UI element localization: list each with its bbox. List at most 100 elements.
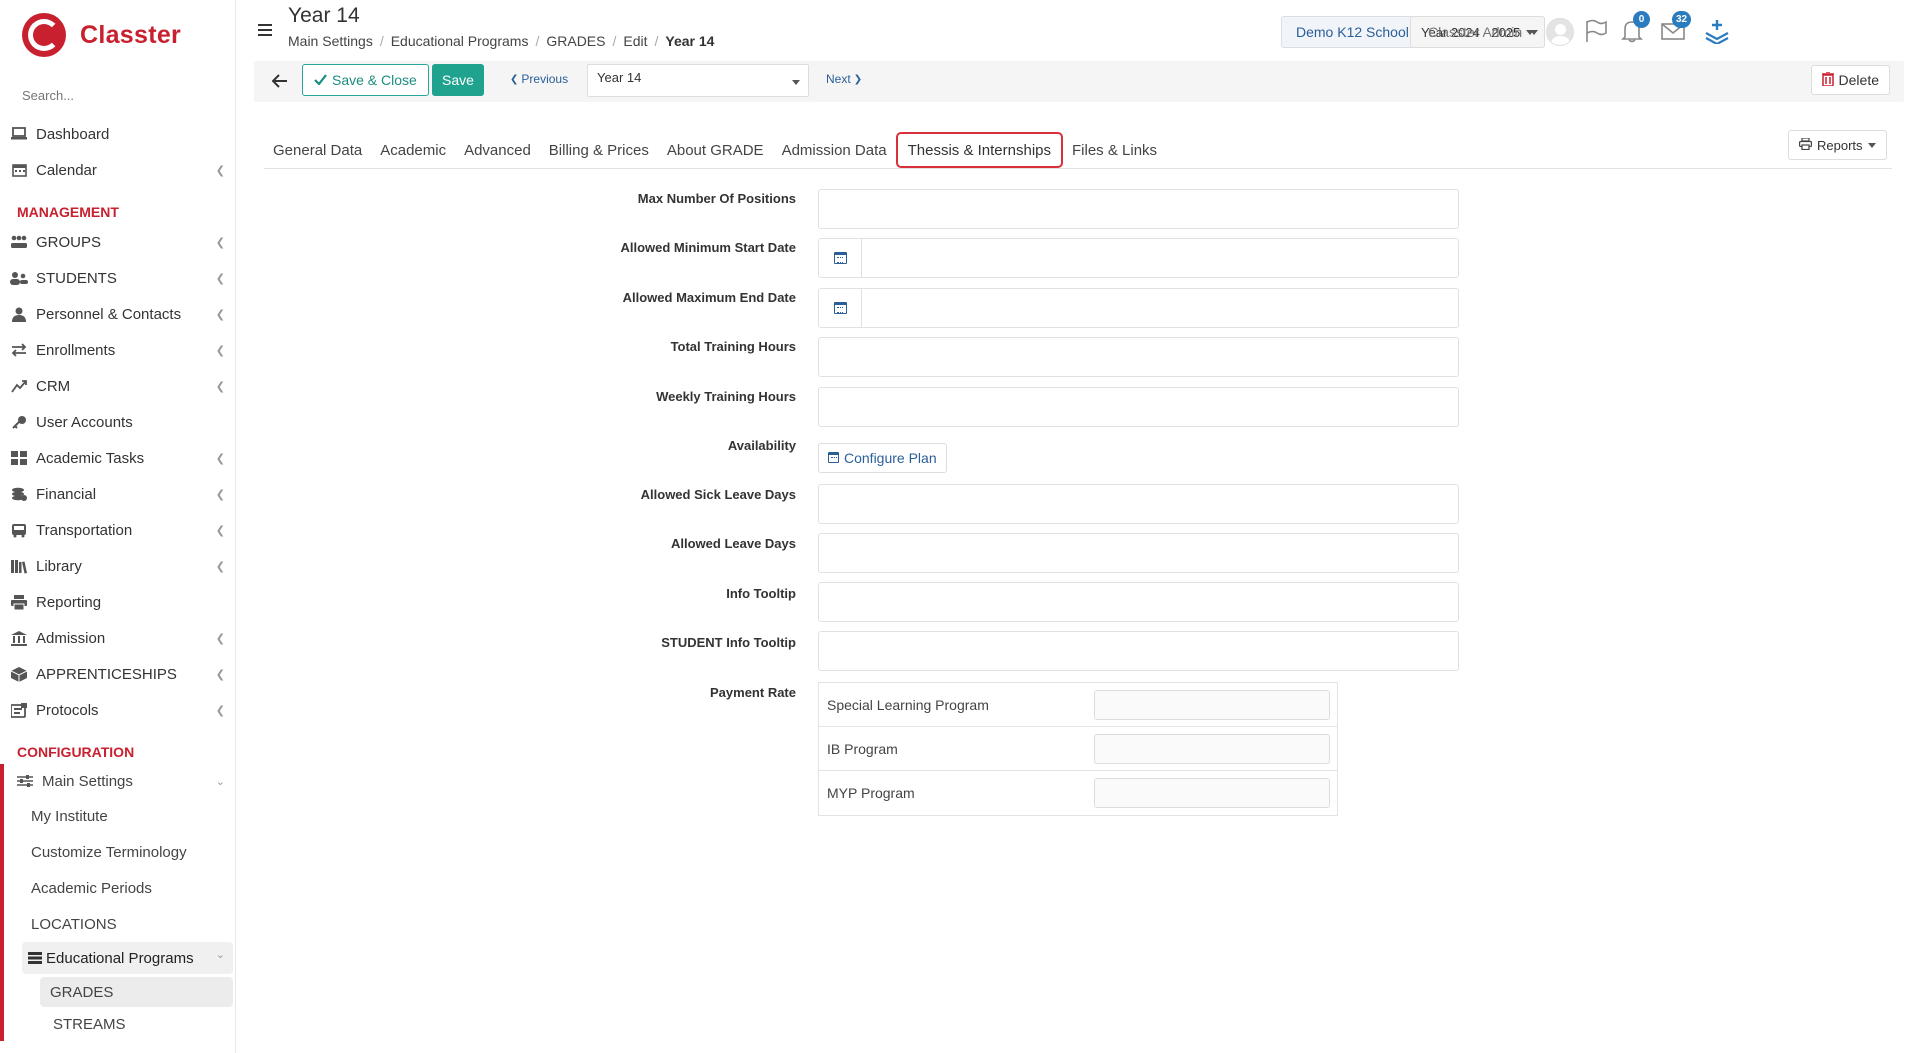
sidebar-item-library[interactable]: Library ❮	[0, 548, 235, 584]
next-link[interactable]: Next ❯	[826, 72, 862, 86]
user-menu[interactable]: Classter Admin	[1428, 18, 1575, 46]
leave-days-label: Allowed Leave Days	[671, 536, 796, 551]
sidebar-item-main-settings[interactable]: Main Settings ⌄	[4, 764, 235, 798]
tab-thesis-internships[interactable]: Thessis & Internships	[895, 132, 1064, 168]
calendar-icon[interactable]	[819, 289, 862, 327]
total-hours-input[interactable]	[818, 337, 1459, 377]
tab-general-data[interactable]: General Data	[264, 132, 371, 168]
students-icon	[8, 270, 30, 286]
tab-advanced[interactable]: Advanced	[455, 132, 540, 168]
breadcrumb-main-settings[interactable]: Main Settings	[288, 33, 373, 49]
sidebar-item-academic-tasks[interactable]: Academic Tasks ❮	[0, 440, 235, 476]
sidebar-item-educational-programs[interactable]: Educational Programs ⌄	[22, 942, 233, 974]
sidebar-item-streams[interactable]: STREAMS	[4, 1007, 235, 1041]
max-positions-input[interactable]	[818, 189, 1459, 229]
box-icon	[8, 666, 30, 682]
sidebar-search-input[interactable]	[22, 82, 221, 108]
reports-dropdown-button[interactable]: Reports	[1788, 130, 1887, 160]
sidebar-item-customize-terminology[interactable]: Customize Terminology	[4, 834, 235, 870]
rate-input[interactable]	[1094, 778, 1330, 808]
sidebar-item-enrollments[interactable]: Enrollments ❮	[0, 332, 235, 368]
table-row: IB Program	[819, 727, 1337, 771]
sidebar-item-personnel[interactable]: Personnel & Contacts ❮	[0, 296, 235, 332]
laptop-icon	[8, 126, 30, 142]
table-row: MYP Program	[819, 771, 1337, 815]
sidebar-item-dashboard[interactable]: Dashboard	[0, 116, 235, 152]
chevron-left-icon: ❮	[215, 273, 225, 285]
sidebar-nav: Dashboard Calendar ❮ MANAGEMENT GROUPS ❮…	[0, 116, 235, 1041]
bell-icon[interactable]: 0	[1619, 11, 1650, 44]
next-label: Next	[826, 72, 851, 86]
back-arrow-icon[interactable]	[268, 69, 292, 93]
logo[interactable]: Classter	[0, 0, 235, 70]
rate-input[interactable]	[1094, 733, 1330, 764]
notifications-badge: 0	[1633, 11, 1650, 28]
breadcrumb-separator: /	[535, 33, 540, 49]
breadcrumb-separator: /	[654, 33, 659, 49]
hamburger-menu-icon[interactable]	[258, 24, 272, 39]
rate-program-name: IB Program	[827, 740, 898, 757]
sidebar-item-my-institute[interactable]: My Institute	[4, 798, 235, 834]
delete-button[interactable]: Delete	[1810, 65, 1890, 95]
configure-plan-button[interactable]: Configure Plan	[818, 443, 947, 473]
protocols-icon	[8, 702, 30, 718]
previous-link[interactable]: ❮ Previous	[510, 72, 568, 86]
leave-days-input[interactable]	[818, 533, 1459, 573]
weekly-hours-label: Weekly Training Hours	[656, 389, 796, 404]
weekly-hours-input[interactable]	[818, 387, 1459, 427]
tab-admission-data[interactable]: Admission Data	[773, 132, 896, 168]
envelope-icon[interactable]: 32	[1660, 11, 1692, 44]
sidebar-item-label: Enrollments	[36, 341, 116, 359]
sidebar-item-locations[interactable]: LOCATIONS	[4, 906, 235, 942]
breadcrumb: Main Settings / Educational Programs / GRA…	[288, 33, 714, 49]
tab-files-links[interactable]: Files & Links	[1063, 132, 1166, 168]
tab-academic[interactable]: Academic	[371, 132, 455, 168]
save-close-label: Save & Close	[332, 72, 417, 88]
save-button[interactable]: Save	[432, 64, 484, 96]
record-select[interactable]: Year 14	[587, 64, 809, 97]
sidebar-item-groups[interactable]: GROUPS ❮	[0, 224, 235, 260]
tasks-icon	[8, 450, 30, 466]
sidebar-item-label: Main Settings	[42, 772, 133, 790]
breadcrumb-educational-programs[interactable]: Educational Programs	[391, 33, 529, 49]
sidebar-item-label: User Accounts	[36, 413, 133, 431]
rate-input[interactable]	[1094, 689, 1330, 720]
sidebar-item-financial[interactable]: Financial ❮	[0, 476, 235, 512]
page-title: Year 14	[288, 4, 360, 27]
min-start-date-field[interactable]	[818, 238, 1459, 278]
sidebar-item-academic-periods[interactable]: Academic Periods	[4, 870, 235, 906]
classter-logo-icon	[22, 13, 66, 57]
sidebar-item-transportation[interactable]: Transportation ❮	[0, 512, 235, 548]
info-tooltip-input[interactable]	[818, 582, 1459, 622]
breadcrumb-separator: /	[379, 33, 384, 49]
sick-leave-input[interactable]	[818, 484, 1459, 524]
reports-label: Reports	[1817, 137, 1863, 153]
breadcrumb-grades[interactable]: GRADES	[546, 33, 605, 49]
exchange-icon	[8, 342, 30, 358]
trash-icon	[1821, 70, 1834, 89]
max-end-date-field[interactable]	[818, 288, 1459, 328]
sidebar-item-apprenticeships[interactable]: APPRENTICESHIPS ❮	[0, 656, 235, 692]
chevron-left-icon: ❮	[215, 705, 225, 717]
chevron-left-icon: ❮	[215, 309, 225, 321]
school-selector-button[interactable]: Demo K12 School	[1281, 16, 1424, 48]
tab-billing-prices[interactable]: Billing & Prices	[540, 132, 658, 168]
sidebar-item-calendar[interactable]: Calendar ❮	[0, 152, 235, 188]
sidebar-item-students[interactable]: STUDENTS ❮	[0, 260, 235, 296]
sidebar-item-reporting[interactable]: Reporting	[0, 584, 235, 620]
configuration-section-label: CONFIGURATION	[17, 744, 135, 760]
flag-icon[interactable]	[1582, 18, 1608, 44]
action-toolbar: Save & Close Save ❮ Previous Year 14 Nex…	[254, 61, 1904, 102]
previous-label: Previous	[521, 72, 569, 86]
save-close-button[interactable]: Save & Close	[302, 64, 429, 96]
tab-about-grade[interactable]: About GRADE	[658, 132, 773, 168]
breadcrumb-edit[interactable]: Edit	[623, 33, 647, 49]
sidebar-item-crm[interactable]: CRM ❮	[0, 368, 235, 404]
calendar-icon[interactable]	[819, 239, 862, 277]
sidebar-item-grades[interactable]: GRADES	[40, 977, 233, 1007]
layers-add-icon[interactable]	[1704, 18, 1730, 44]
sidebar-item-admission[interactable]: Admission ❮	[0, 620, 235, 656]
sidebar-item-protocols[interactable]: Protocols ❮	[0, 692, 235, 728]
sidebar-item-user-accounts[interactable]: User Accounts	[0, 404, 235, 440]
student-tooltip-input[interactable]	[818, 631, 1459, 671]
